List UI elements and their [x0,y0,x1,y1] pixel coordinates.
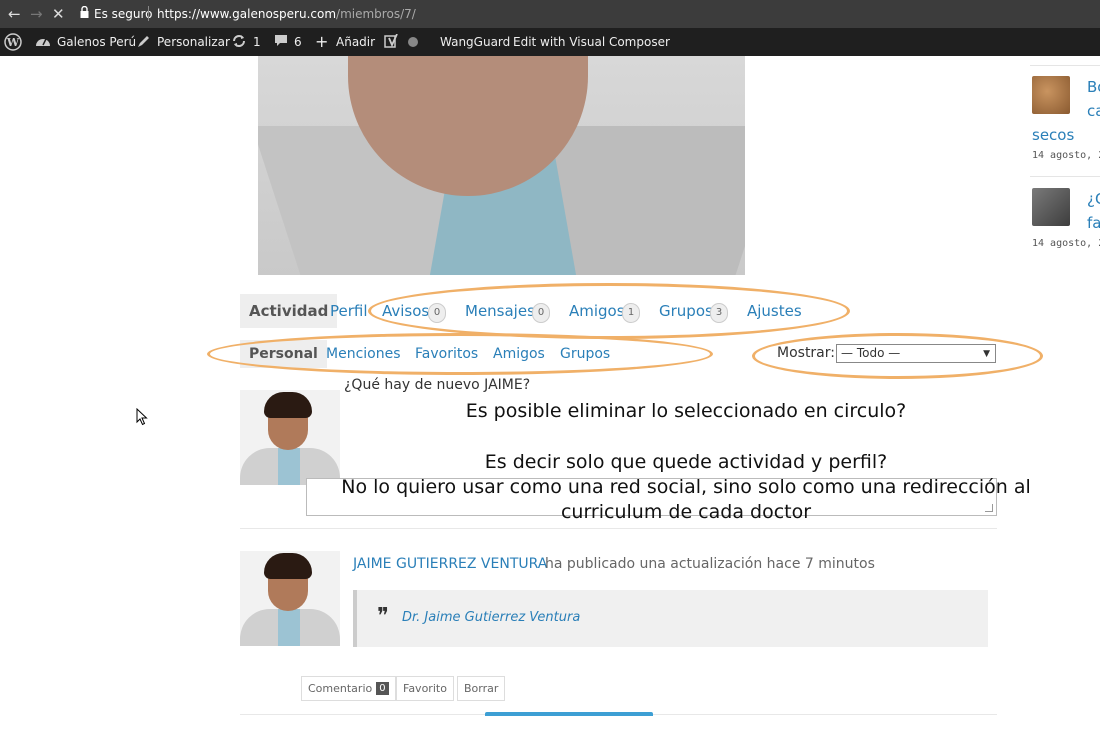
lock-icon [80,6,89,18]
svg-text:W: W [6,36,20,49]
comment-button-label: Comentario [308,682,373,695]
annotation-line: Es decir solo que quede actividad y perf… [484,451,888,473]
load-more-button[interactable] [485,712,653,716]
sidebar-divider [1030,176,1100,177]
customize-link[interactable]: Personalizar [157,35,230,49]
sidebar-post-title[interactable]: ca [1087,102,1100,120]
profile-photo [258,56,745,275]
add-new-link[interactable]: Añadir [336,35,375,49]
back-icon[interactable]: ← [8,5,21,23]
visual-composer-link[interactable]: Edit with Visual Composer [513,35,670,49]
activity-user-link[interactable]: JAIME GUTIERREZ VENTURA [353,556,547,572]
annotation-line: curriculum de cada doctor [560,501,812,523]
highlight-circle [368,283,850,339]
wangguard-link[interactable]: WangGuard [440,35,510,49]
stop-icon[interactable]: ✕ [52,5,65,23]
activity-action-text: ha publicado una actualización hace 7 mi… [545,556,875,572]
delete-button[interactable]: Borrar [457,676,506,701]
yoast-icon[interactable] [384,34,398,48]
browser-toolbar: ← → ✕ Es seguro https://www.galenosperu.… [0,0,1100,28]
activity-content: ❞ Dr. Jaime Gutierrez Ventura [353,590,988,647]
url-path: /miembros/7/ [336,7,416,21]
highlight-circle [207,333,713,375]
divider [240,528,997,529]
brush-icon [138,36,149,47]
comment-count-badge: 0 [376,682,389,695]
avatar[interactable] [240,551,340,646]
activity-content-text[interactable]: Dr. Jaime Gutierrez Ventura [402,610,580,625]
wp-admin-bar: W Galenos Perú Personalizar 1 6 + Añadir… [0,28,1100,56]
address-bar[interactable]: https://www.galenosperu.com/miembros/7/ [157,7,416,21]
dashboard-icon [36,38,50,46]
comment-button[interactable]: Comentario 0 [301,676,396,701]
secure-label[interactable]: Es seguro [94,7,153,21]
status-dot-icon [408,37,418,47]
sidebar-post-date: 14 agosto, 201 [1032,150,1100,161]
updates-count: 1 [253,35,261,49]
url-host: https://www.galenosperu.com [157,7,337,21]
sidebar-post-title[interactable]: fa [1087,214,1100,232]
comments-icon[interactable] [274,34,288,48]
wordpress-icon[interactable]: W [4,33,22,51]
comments-count: 6 [294,35,302,49]
url-divider [148,6,149,21]
post-thumbnail[interactable] [1032,188,1070,226]
annotation-line: Es posible eliminar lo seleccionado en c… [465,400,907,422]
post-thumbnail[interactable] [1032,76,1070,114]
updates-icon[interactable] [231,34,247,48]
tab-actividad[interactable]: Actividad [240,294,338,328]
favorite-button[interactable]: Favorito [396,676,454,701]
mouse-cursor-icon [136,408,148,426]
annotation-line: No lo quiero usar como una red social, s… [341,476,1031,498]
sidebar-post-title[interactable]: ¿C [1087,190,1100,208]
sidebar-post-title[interactable]: secos [1032,126,1074,144]
sidebar-post-title[interactable]: Bo [1087,78,1100,96]
plus-icon: + [315,32,329,51]
highlight-circle [752,333,1043,379]
post-form-prompt: ¿Qué hay de nuevo JAIME? [344,377,531,393]
site-name-link[interactable]: Galenos Perú [57,35,136,49]
tab-perfil[interactable]: Perfil [330,302,368,320]
sidebar-divider [1030,65,1100,66]
quote-icon: ❞ [377,604,389,629]
forward-icon[interactable]: → [30,5,43,23]
sidebar-post-date: 14 agosto, 201 [1032,238,1100,249]
